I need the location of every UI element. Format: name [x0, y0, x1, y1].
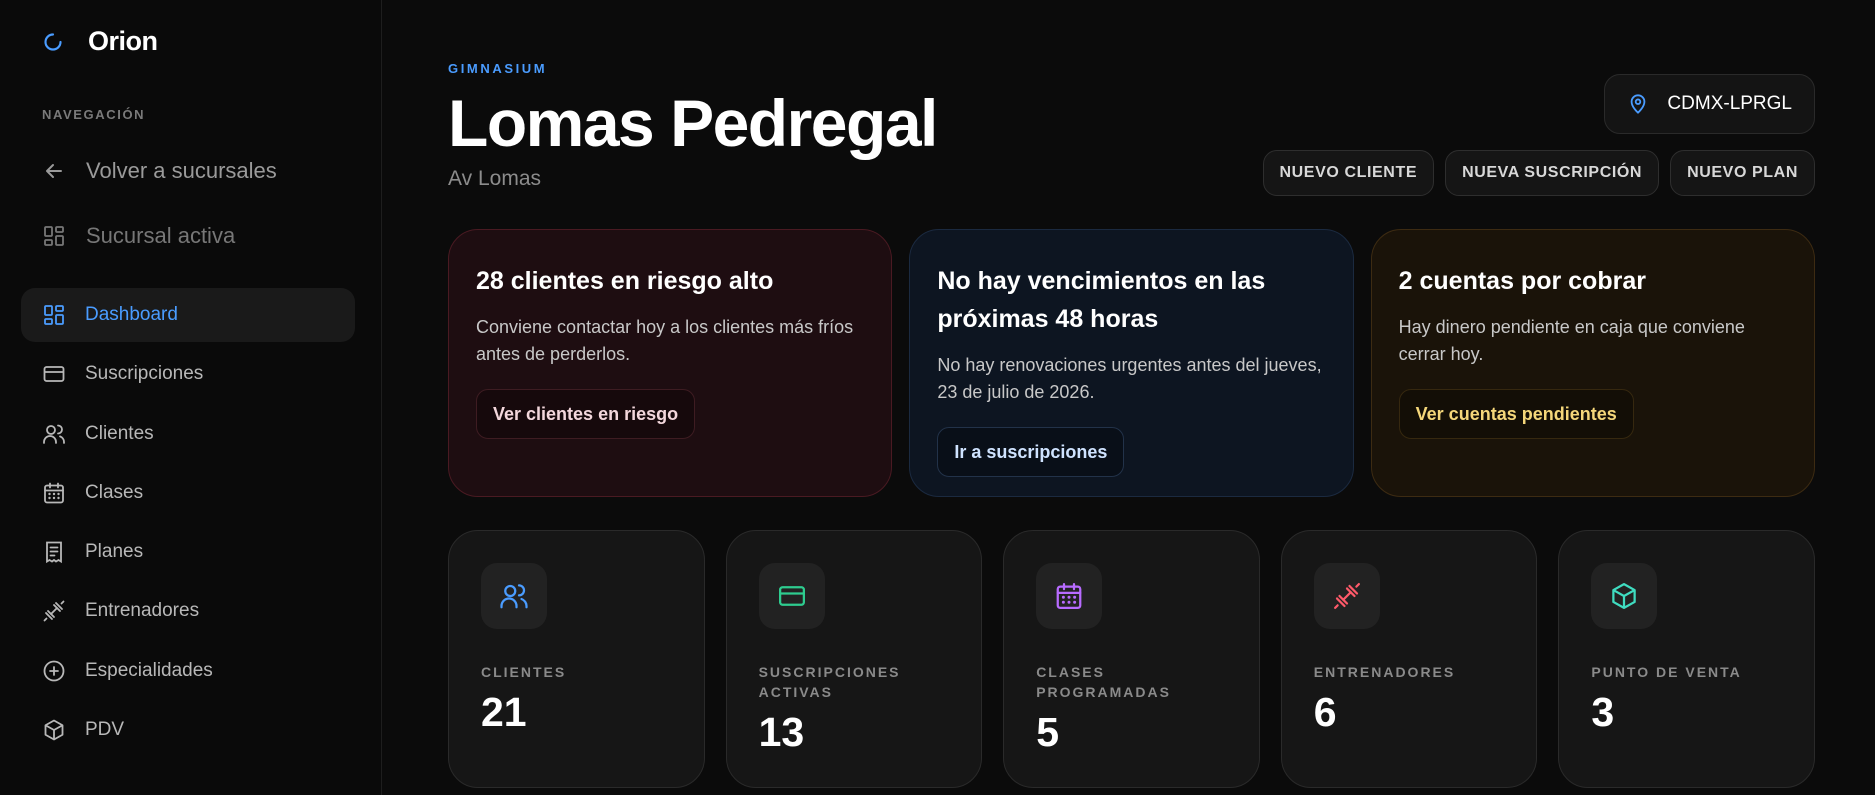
alert-title: 28 clientes en riesgo alto: [476, 267, 774, 295]
sidebar-item-dashboard[interactable]: Dashboard: [21, 288, 355, 342]
branch-selector[interactable]: CDMX-LPRGL: [1604, 74, 1815, 134]
sidebar-item-suscripciones[interactable]: Suscripciones: [21, 347, 355, 401]
stat-label: CLASES PROGRAMADAS: [1036, 664, 1171, 700]
stat-card-classes[interactable]: CLASES PROGRAMADAS 5: [1003, 530, 1260, 788]
branch-code: CDMX-LPRGL: [1667, 93, 1792, 114]
new-plan-button[interactable]: NUEVO PLAN: [1670, 150, 1815, 196]
dumbbell-icon: [1333, 583, 1360, 609]
alert-card-receivables: 2 cuentas por cobrar Hay dinero pendient…: [1370, 229, 1815, 497]
stat-value: 3: [1591, 689, 1615, 735]
stat-card-subscriptions[interactable]: SUSCRIPCIONES ACTIVAS 13: [725, 530, 983, 788]
stat-value: 21: [481, 689, 527, 735]
stat-label: SUSCRIPCIONES ACTIVAS: [758, 664, 901, 700]
alert-body: Conviene contactar hoy a los clientes má…: [476, 317, 854, 364]
sidebar-item-label: PDV: [85, 719, 125, 741]
stat-card-pos[interactable]: PUNTO DE VENTA 3: [1558, 530, 1815, 788]
back-to-branches-label: Volver a sucursales: [86, 158, 277, 183]
view-pending-accounts-button[interactable]: Ver cuentas pendientes: [1398, 389, 1634, 439]
plus-circle-icon: [43, 660, 65, 682]
sidebar-item-label: Planes: [85, 541, 144, 563]
credit-card-icon: [43, 366, 65, 383]
box-icon: [1612, 583, 1637, 609]
alert-body: No hay renovaciones urgentes antes del j…: [937, 355, 1322, 402]
stat-value: 13: [758, 709, 805, 755]
stat-label: PUNTO DE VENTA: [1591, 664, 1742, 680]
calendar-icon: [1056, 583, 1082, 609]
alert-cards: 28 clientes en riesgo alto Conviene cont…: [448, 229, 1815, 497]
dumbbell-icon: [43, 601, 65, 622]
stat-icon-wrap: [1036, 563, 1103, 629]
nav-section-label: NAVEGACIÓN: [42, 107, 146, 122]
dashboard-icon: [44, 226, 64, 246]
sidebar-item-label: Dashboard: [85, 304, 178, 325]
sidebar-item-label: Clases: [85, 481, 144, 503]
sidebar-item-especialidades[interactable]: Especialidades: [21, 644, 355, 698]
brand-name: Orion: [88, 26, 158, 56]
stat-icon-wrap: [758, 563, 825, 629]
sidebar-item-pdv[interactable]: PDV: [21, 703, 355, 757]
users-icon: [500, 584, 528, 609]
loader-ring-icon: [42, 31, 64, 53]
sidebar: Orion NAVEGACIÓN Volver a sucursales Suc…: [0, 0, 382, 795]
sidebar-item-clases[interactable]: Clases: [21, 466, 355, 520]
view-risk-clients-button[interactable]: Ver clientes en riesgo: [476, 389, 696, 439]
sidebar-item-entrenadores[interactable]: Entrenadores: [21, 584, 355, 638]
page-subtitle: Av Lomas: [448, 167, 541, 190]
stat-value: 5: [1036, 709, 1059, 755]
alert-body: Hay dinero pendiente en caja que convien…: [1398, 317, 1745, 364]
new-client-button[interactable]: NUEVO CLIENTE: [1262, 150, 1435, 196]
nav-list: Dashboard Suscripciones Clientes Clases …: [21, 288, 355, 762]
calendar-icon: [44, 482, 64, 504]
stat-icon-wrap: [481, 563, 547, 629]
sidebar-item-label: Especialidades: [85, 659, 213, 681]
arrow-left-icon: [46, 164, 62, 178]
credit-card-icon: [778, 586, 805, 606]
go-to-subscriptions-button[interactable]: Ir a suscripciones: [937, 427, 1125, 477]
alert-title: 2 cuentas por cobrar: [1398, 267, 1646, 295]
stat-icon-wrap: [1313, 563, 1380, 629]
main-content: GIMNASIUM Lomas Pedregal Av Lomas CDMX-L…: [448, 0, 1815, 795]
stat-icon-wrap: [1591, 563, 1658, 629]
receipt-icon: [46, 541, 62, 564]
sidebar-item-label: Suscripciones: [85, 363, 204, 385]
header-actions: NUEVO CLIENTE NUEVA SUSCRIPCIÓN NUEVO PL…: [1262, 150, 1815, 196]
users-icon: [43, 424, 65, 444]
sidebar-item-label: Entrenadores: [85, 600, 200, 622]
sidebar-item-planes[interactable]: Planes: [21, 525, 355, 579]
stat-cards: CLIENTES 21 SUSCRIPCIONES ACTIVAS 13 CLA…: [448, 530, 1815, 788]
page-title: Lomas Pedregal: [448, 86, 938, 160]
stat-label: CLIENTES: [481, 664, 567, 680]
map-pin-icon: [1631, 94, 1646, 114]
dashboard-icon: [44, 305, 64, 325]
alert-card-risk: 28 clientes en riesgo alto Conviene cont…: [448, 229, 893, 497]
brand[interactable]: Orion: [42, 26, 158, 57]
stat-card-clients[interactable]: CLIENTES 21: [448, 530, 705, 788]
back-to-branches-link[interactable]: Volver a sucursales: [42, 158, 277, 184]
stat-card-trainers[interactable]: ENTRENADORES 6: [1280, 530, 1538, 788]
stat-label: ENTRENADORES: [1313, 664, 1456, 680]
active-branch-item[interactable]: Sucursal activa: [42, 223, 235, 249]
sidebar-item-label: Clientes: [85, 422, 154, 444]
sidebar-item-clientes[interactable]: Clientes: [21, 407, 355, 461]
active-branch-label: Sucursal activa: [86, 223, 236, 248]
stat-value: 6: [1313, 689, 1337, 735]
page-eyebrow: GIMNASIUM: [448, 61, 548, 76]
alert-title: No hay vencimientos en las próximas 48 h…: [937, 267, 1266, 333]
new-subscription-button[interactable]: NUEVA SUSCRIPCIÓN: [1445, 150, 1660, 196]
box-icon: [44, 719, 64, 741]
alert-card-expirations: No hay vencimientos en las próximas 48 h…: [909, 229, 1354, 497]
